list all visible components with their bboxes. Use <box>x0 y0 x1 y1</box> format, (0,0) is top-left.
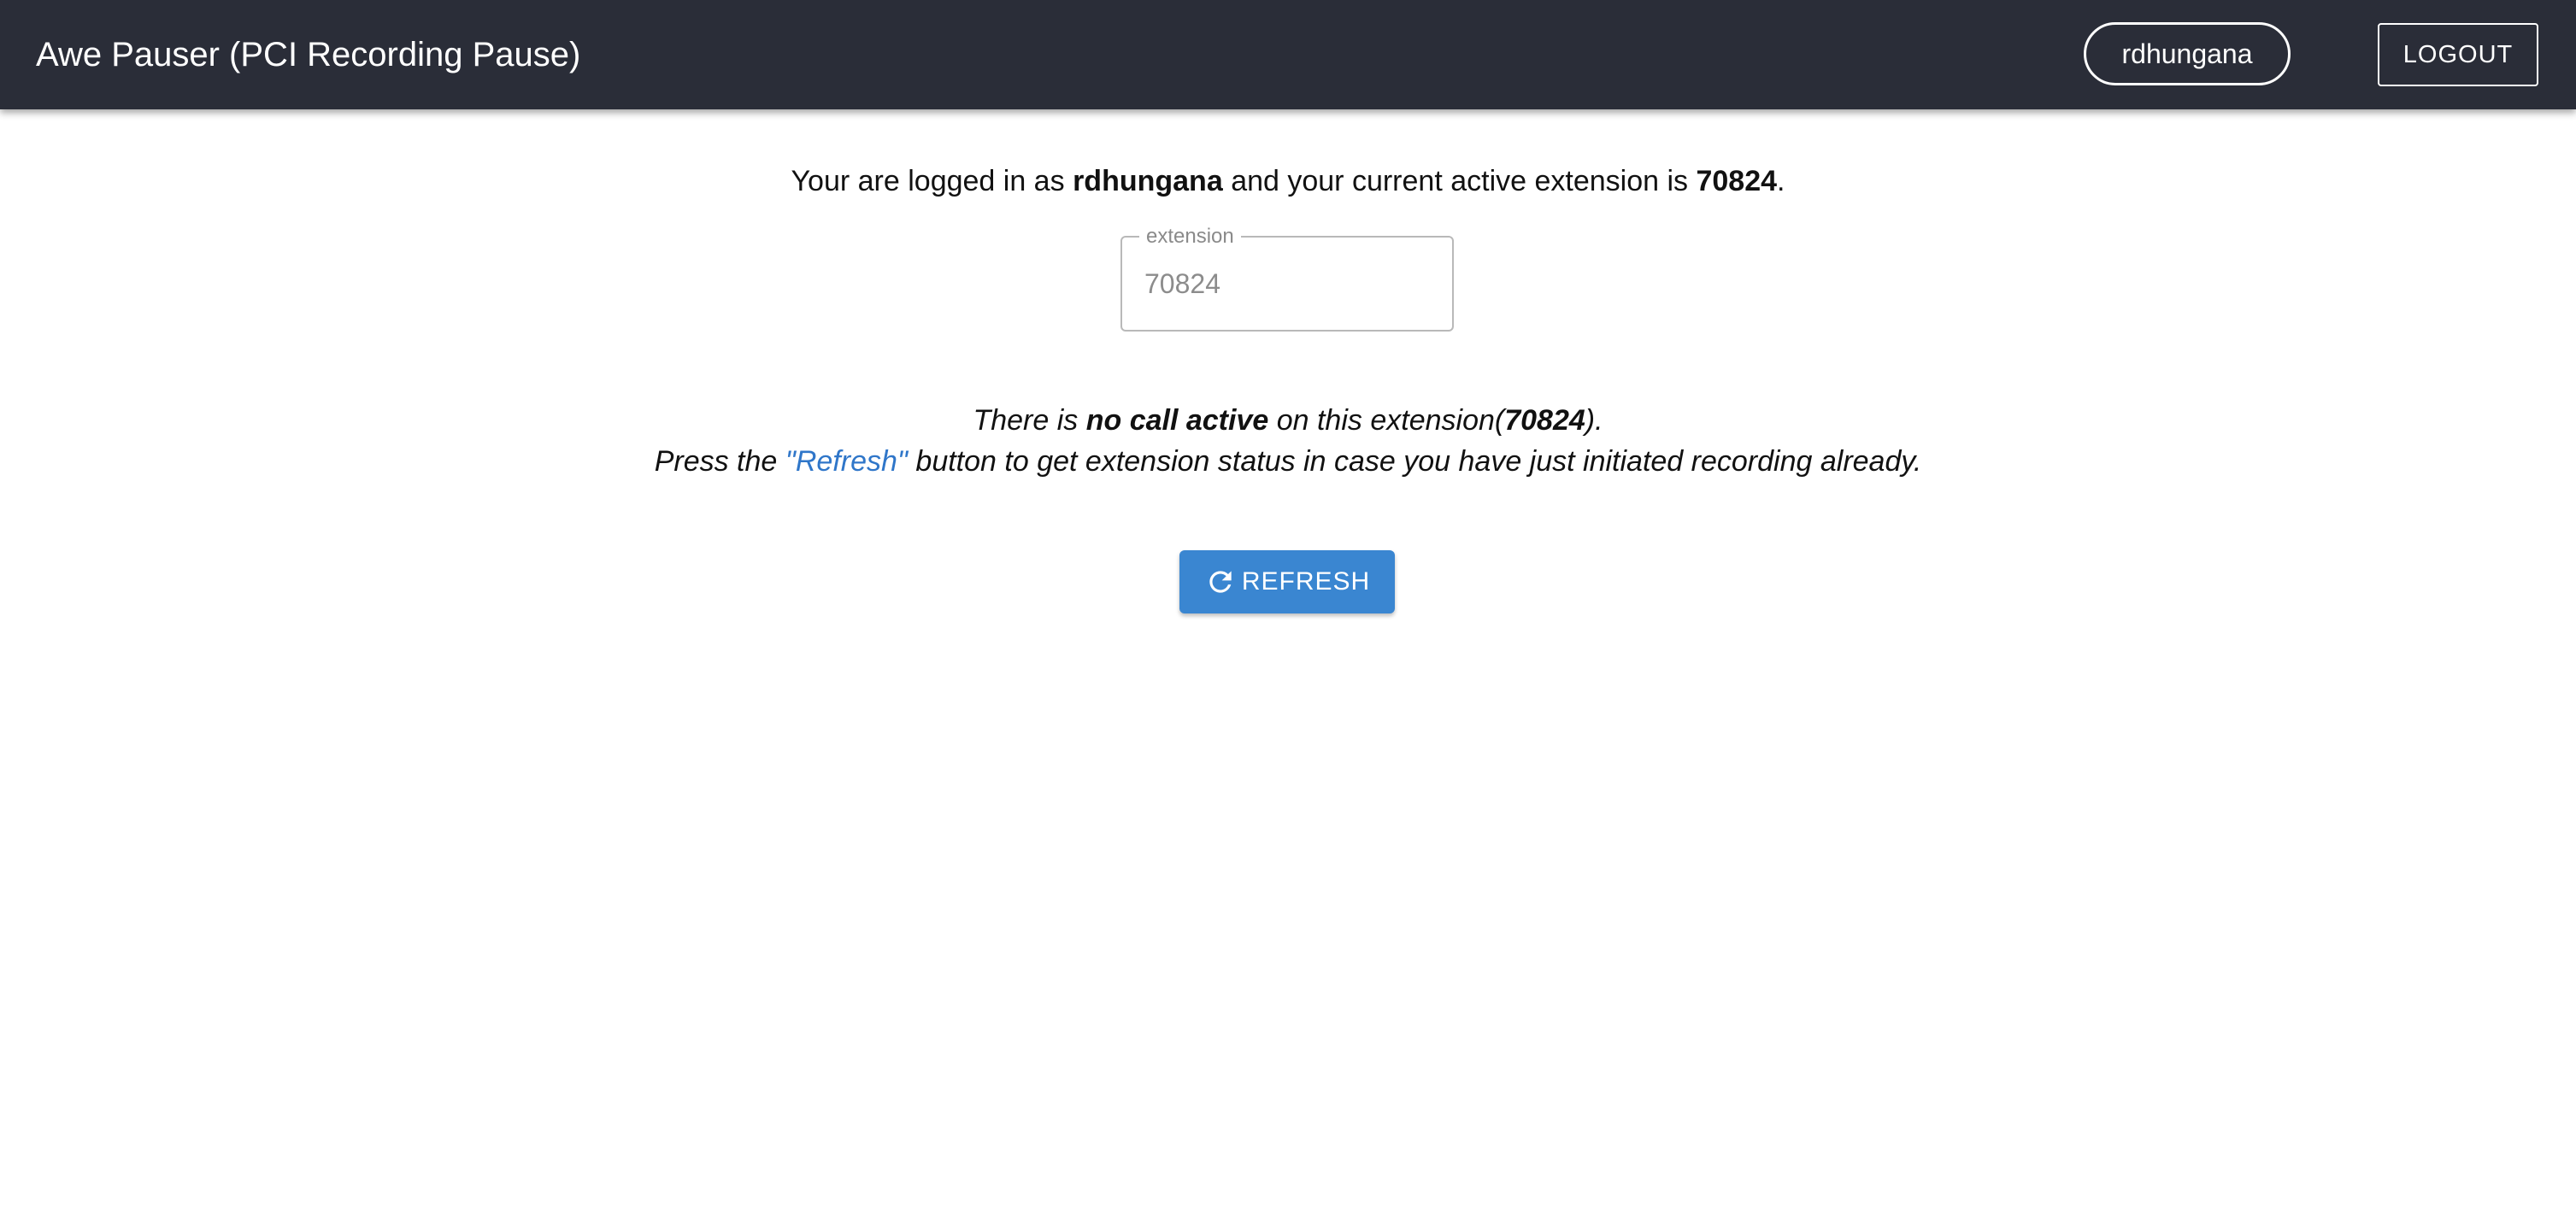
extension-input[interactable] <box>1144 238 1435 330</box>
status-suffix: . <box>1777 165 1785 197</box>
logout-button[interactable]: LOGOUT <box>2378 23 2538 86</box>
message-line1-prefix: There is <box>973 404 1079 437</box>
message-line1-suffix: ). <box>1585 404 1603 437</box>
status-middle: and your current active extension is <box>1231 165 1689 197</box>
user-chip[interactable]: rdhungana <box>2084 22 2291 85</box>
app-title: Awe Pauser (PCI Recording Pause) <box>36 36 581 73</box>
message-line2-suffix: button to get extension status in case y… <box>915 445 1922 478</box>
logout-button-label: LOGOUT <box>2403 40 2514 68</box>
status-username: rdhungana <box>1073 165 1223 197</box>
app-bar: Awe Pauser (PCI Recording Pause) rdhunga… <box>0 0 2576 109</box>
message-line2-prefix: Press the <box>654 445 778 478</box>
message-line1-extension: 70824 <box>1504 404 1585 437</box>
refresh-button-label: REFRESH <box>1241 567 1371 596</box>
status-extension: 70824 <box>1696 165 1778 197</box>
no-call-message: There is no call active on this extensio… <box>0 400 2576 441</box>
message-refresh-link: "Refresh" <box>785 445 908 478</box>
message-line1-middle: on this extension( <box>1276 404 1505 437</box>
refresh-hint-message: Press the "Refresh" button to get extens… <box>0 441 2576 482</box>
refresh-button[interactable]: REFRESH <box>1179 550 1395 613</box>
status-prefix: Your are logged in as <box>791 165 1065 197</box>
user-chip-label: rdhungana <box>2121 38 2253 69</box>
message-line1-bold: no call active <box>1085 404 1269 437</box>
login-status-text: Your are logged in as rdhungana and your… <box>0 161 2576 202</box>
refresh-icon <box>1204 566 1237 598</box>
extension-field: extension <box>1120 225 1454 332</box>
